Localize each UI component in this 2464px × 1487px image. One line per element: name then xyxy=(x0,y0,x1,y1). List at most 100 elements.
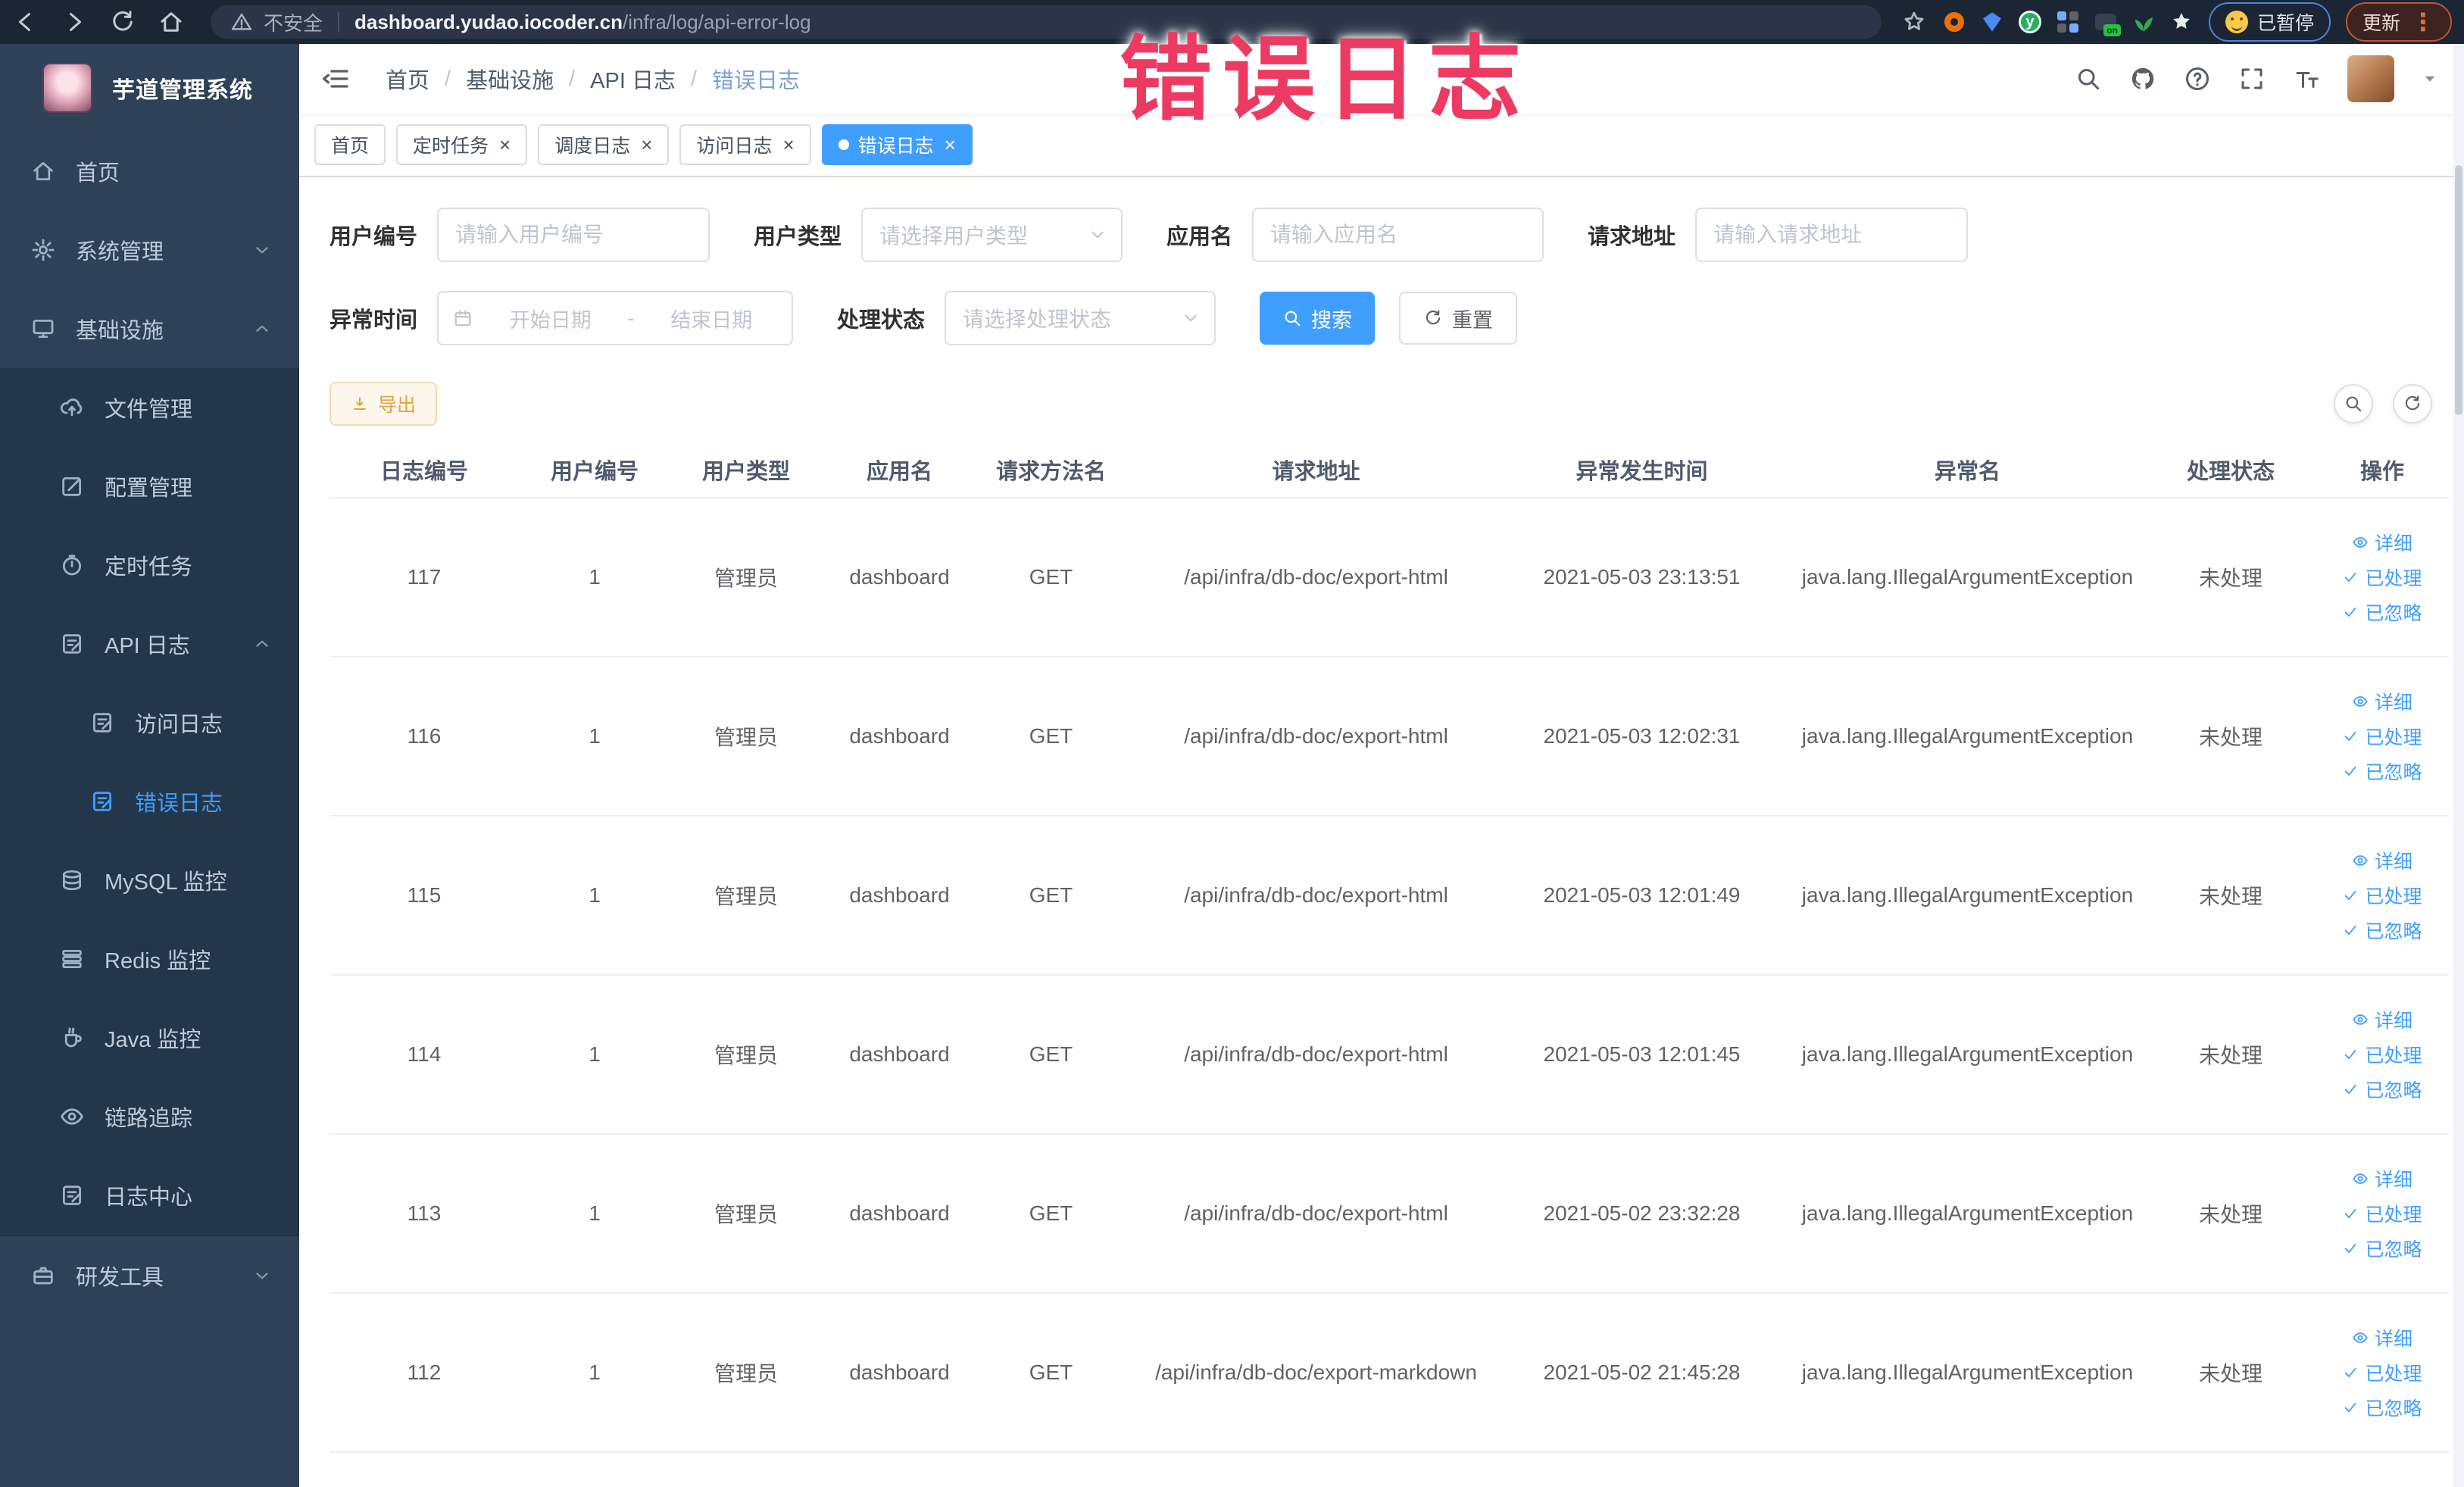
extension-toggle-icon[interactable]: on xyxy=(2094,10,2121,36)
action-已处理-link[interactable]: 已处理 xyxy=(2342,1041,2422,1068)
toggle-search-button[interactable] xyxy=(2334,384,2373,423)
user-avatar[interactable] xyxy=(2347,55,2394,102)
sidebar-item-log-center[interactable]: 日志中心 xyxy=(0,1156,299,1235)
tab-close-icon[interactable]: × xyxy=(499,135,511,155)
font-size-icon[interactable] xyxy=(2293,65,2320,92)
action-已处理-link[interactable]: 已处理 xyxy=(2342,1200,2422,1227)
extension-orange-ring-icon[interactable] xyxy=(1942,10,1966,34)
tab-close-icon[interactable]: × xyxy=(782,135,794,155)
help-icon[interactable] xyxy=(2184,65,2211,92)
extension-leaf-icon[interactable] xyxy=(2131,10,2156,34)
cell-request-url: /api/infra/db-doc/export-html xyxy=(1184,565,1448,589)
request-url-input[interactable] xyxy=(1695,208,1969,262)
address-bar[interactable]: 不安全 dashboard.yudao.iocoder.cn /infra/lo… xyxy=(211,5,1882,39)
tab-close-icon[interactable]: × xyxy=(641,135,652,155)
app-name-label: 应用名 xyxy=(1166,225,1233,249)
sidebar-item-error-log[interactable]: 错误日志 xyxy=(0,762,299,841)
app-logo[interactable]: 芋道管理系统 xyxy=(0,44,299,132)
action-已忽略-link[interactable]: 已忽略 xyxy=(2342,1076,2422,1103)
sidebar-item-access-log[interactable]: 访问日志 xyxy=(0,683,299,762)
action-已忽略-link[interactable]: 已忽略 xyxy=(2342,917,2422,944)
sidebar-item-redis-monitor[interactable]: Redis 监控 xyxy=(0,920,299,998)
date-range-picker[interactable]: 开始日期 - 结束日期 xyxy=(437,291,794,345)
sidebar-item-infrastructure[interactable]: 基础设施 xyxy=(0,289,299,368)
search-icon[interactable] xyxy=(2075,65,2102,92)
breadcrumb-item[interactable]: 首页 xyxy=(386,63,429,95)
process-status-select[interactable]: 请选择处理状态 xyxy=(945,291,1216,345)
column-header: 异常名 xyxy=(1934,460,2000,484)
scrollbar-thumb[interactable] xyxy=(2455,165,2462,415)
profile-paused-badge[interactable]: 已暂停 xyxy=(2208,2,2331,42)
tab-close-icon[interactable]: × xyxy=(945,135,956,155)
action-detail-link[interactable]: 详细 xyxy=(2352,847,2412,874)
table-row: 114 1 管理员 dashboard GET/api/infra/db-doc/exp… xyxy=(329,976,2449,1135)
breadcrumb-item[interactable]: 基础设施 xyxy=(466,63,554,95)
action-已处理-link[interactable]: 已处理 xyxy=(2342,564,2422,591)
action-detail-link[interactable]: 详细 xyxy=(2352,688,2412,715)
page-scrollbar[interactable] xyxy=(2453,44,2464,1487)
url-path: /infra/log/api-error-log xyxy=(622,10,811,33)
extension-star-icon[interactable] xyxy=(2169,10,2194,34)
github-icon[interactable] xyxy=(2129,65,2156,92)
action-已忽略-link[interactable]: 已忽略 xyxy=(2342,598,2422,626)
extension-green-y-icon[interactable]: y xyxy=(2018,10,2042,34)
extension-dot-grid-icon[interactable] xyxy=(2056,10,2080,34)
action-detail-link[interactable]: 详细 xyxy=(2352,1324,2412,1351)
user-id-input[interactable] xyxy=(437,208,710,262)
export-button[interactable]: 导出 xyxy=(329,382,438,426)
sidebar-item-java-monitor[interactable]: Java 监控 xyxy=(0,998,299,1077)
action-label: 详细 xyxy=(2374,1170,2412,1191)
sidebar-item-config-management[interactable]: 配置管理 xyxy=(0,447,299,526)
fullscreen-icon[interactable] xyxy=(2238,65,2266,92)
tab-schedule-log[interactable]: 调度日志 × xyxy=(538,124,670,165)
sidebar-item-label: 访问日志 xyxy=(135,713,223,737)
tab-home[interactable]: 首页 xyxy=(314,124,386,165)
sidebar-item-file-management[interactable]: 文件管理 xyxy=(0,368,299,447)
refresh-table-button[interactable] xyxy=(2393,384,2432,423)
sidebar-item-scheduled-tasks[interactable]: 定时任务 xyxy=(0,526,299,604)
cell-request-method: GET xyxy=(1029,565,1073,589)
action-label: 已处理 xyxy=(2365,727,2422,748)
sidebar-item-mysql-monitor[interactable]: MySQL 监控 xyxy=(0,841,299,920)
browser-update-button[interactable]: 更新 ⋮ xyxy=(2345,2,2452,42)
action-已处理-link[interactable]: 已处理 xyxy=(2342,723,2422,750)
tab-access-log[interactable]: 访问日志 × xyxy=(679,124,811,165)
action-已处理-link[interactable]: 已处理 xyxy=(2342,882,2422,909)
reset-button[interactable]: 重置 xyxy=(1399,292,1518,345)
sidebar-item-home[interactable]: 首页 xyxy=(0,132,299,211)
extension-blue-kite-icon[interactable] xyxy=(1980,10,2004,34)
process-status-label: 处理状态 xyxy=(837,308,926,333)
row-actions: 详细 已处理 已忽略 xyxy=(2303,1006,2462,1103)
action-已忽略-link[interactable]: 已忽略 xyxy=(2342,1394,2422,1421)
action-已忽略-link[interactable]: 已忽略 xyxy=(2342,758,2422,785)
action-已忽略-link[interactable]: 已忽略 xyxy=(2342,1235,2422,1262)
action-已处理-link[interactable]: 已处理 xyxy=(2342,1359,2422,1386)
user-type-select[interactable]: 请选择用户类型 xyxy=(861,208,1123,262)
check-icon xyxy=(2342,728,2359,745)
app-name-input[interactable] xyxy=(1252,208,1544,262)
user-menu-caret-icon[interactable] xyxy=(2422,70,2438,87)
search-button[interactable]: 搜索 xyxy=(1260,292,1376,345)
browser-home-icon[interactable] xyxy=(158,8,185,36)
tab-error-log[interactable]: 错误日志 × xyxy=(821,124,973,165)
sidebar-toggle-icon[interactable] xyxy=(320,64,351,94)
sidebar-item-label: 日志中心 xyxy=(105,1186,193,1210)
browser-reload-icon[interactable] xyxy=(109,8,136,36)
breadcrumb-item[interactable]: API 日志 xyxy=(590,63,676,95)
cell-user-id: 1 xyxy=(589,1042,601,1066)
tab-scheduled-tasks[interactable]: 定时任务 × xyxy=(396,124,528,165)
doc-edit-icon xyxy=(59,631,85,657)
sidebar-item-dev-tools[interactable]: 研发工具 xyxy=(0,1236,299,1315)
browser-menu-icon[interactable]: ⋮ xyxy=(2411,10,2435,34)
sidebar-item-api-log[interactable]: API 日志 xyxy=(0,604,299,683)
doc-edit-icon xyxy=(89,789,115,814)
action-detail-link[interactable]: 详细 xyxy=(2352,529,2412,556)
column-header: 用户类型 xyxy=(701,460,790,484)
sidebar-item-trace[interactable]: 链路追踪 xyxy=(0,1077,299,1156)
browser-back-icon[interactable] xyxy=(12,8,39,36)
bookmark-star-icon[interactable] xyxy=(1901,9,1927,35)
browser-forward-icon[interactable] xyxy=(61,8,88,36)
action-detail-link[interactable]: 详细 xyxy=(2352,1006,2412,1033)
action-detail-link[interactable]: 详细 xyxy=(2352,1165,2412,1192)
sidebar-item-system-management[interactable]: 系统管理 xyxy=(0,211,299,289)
